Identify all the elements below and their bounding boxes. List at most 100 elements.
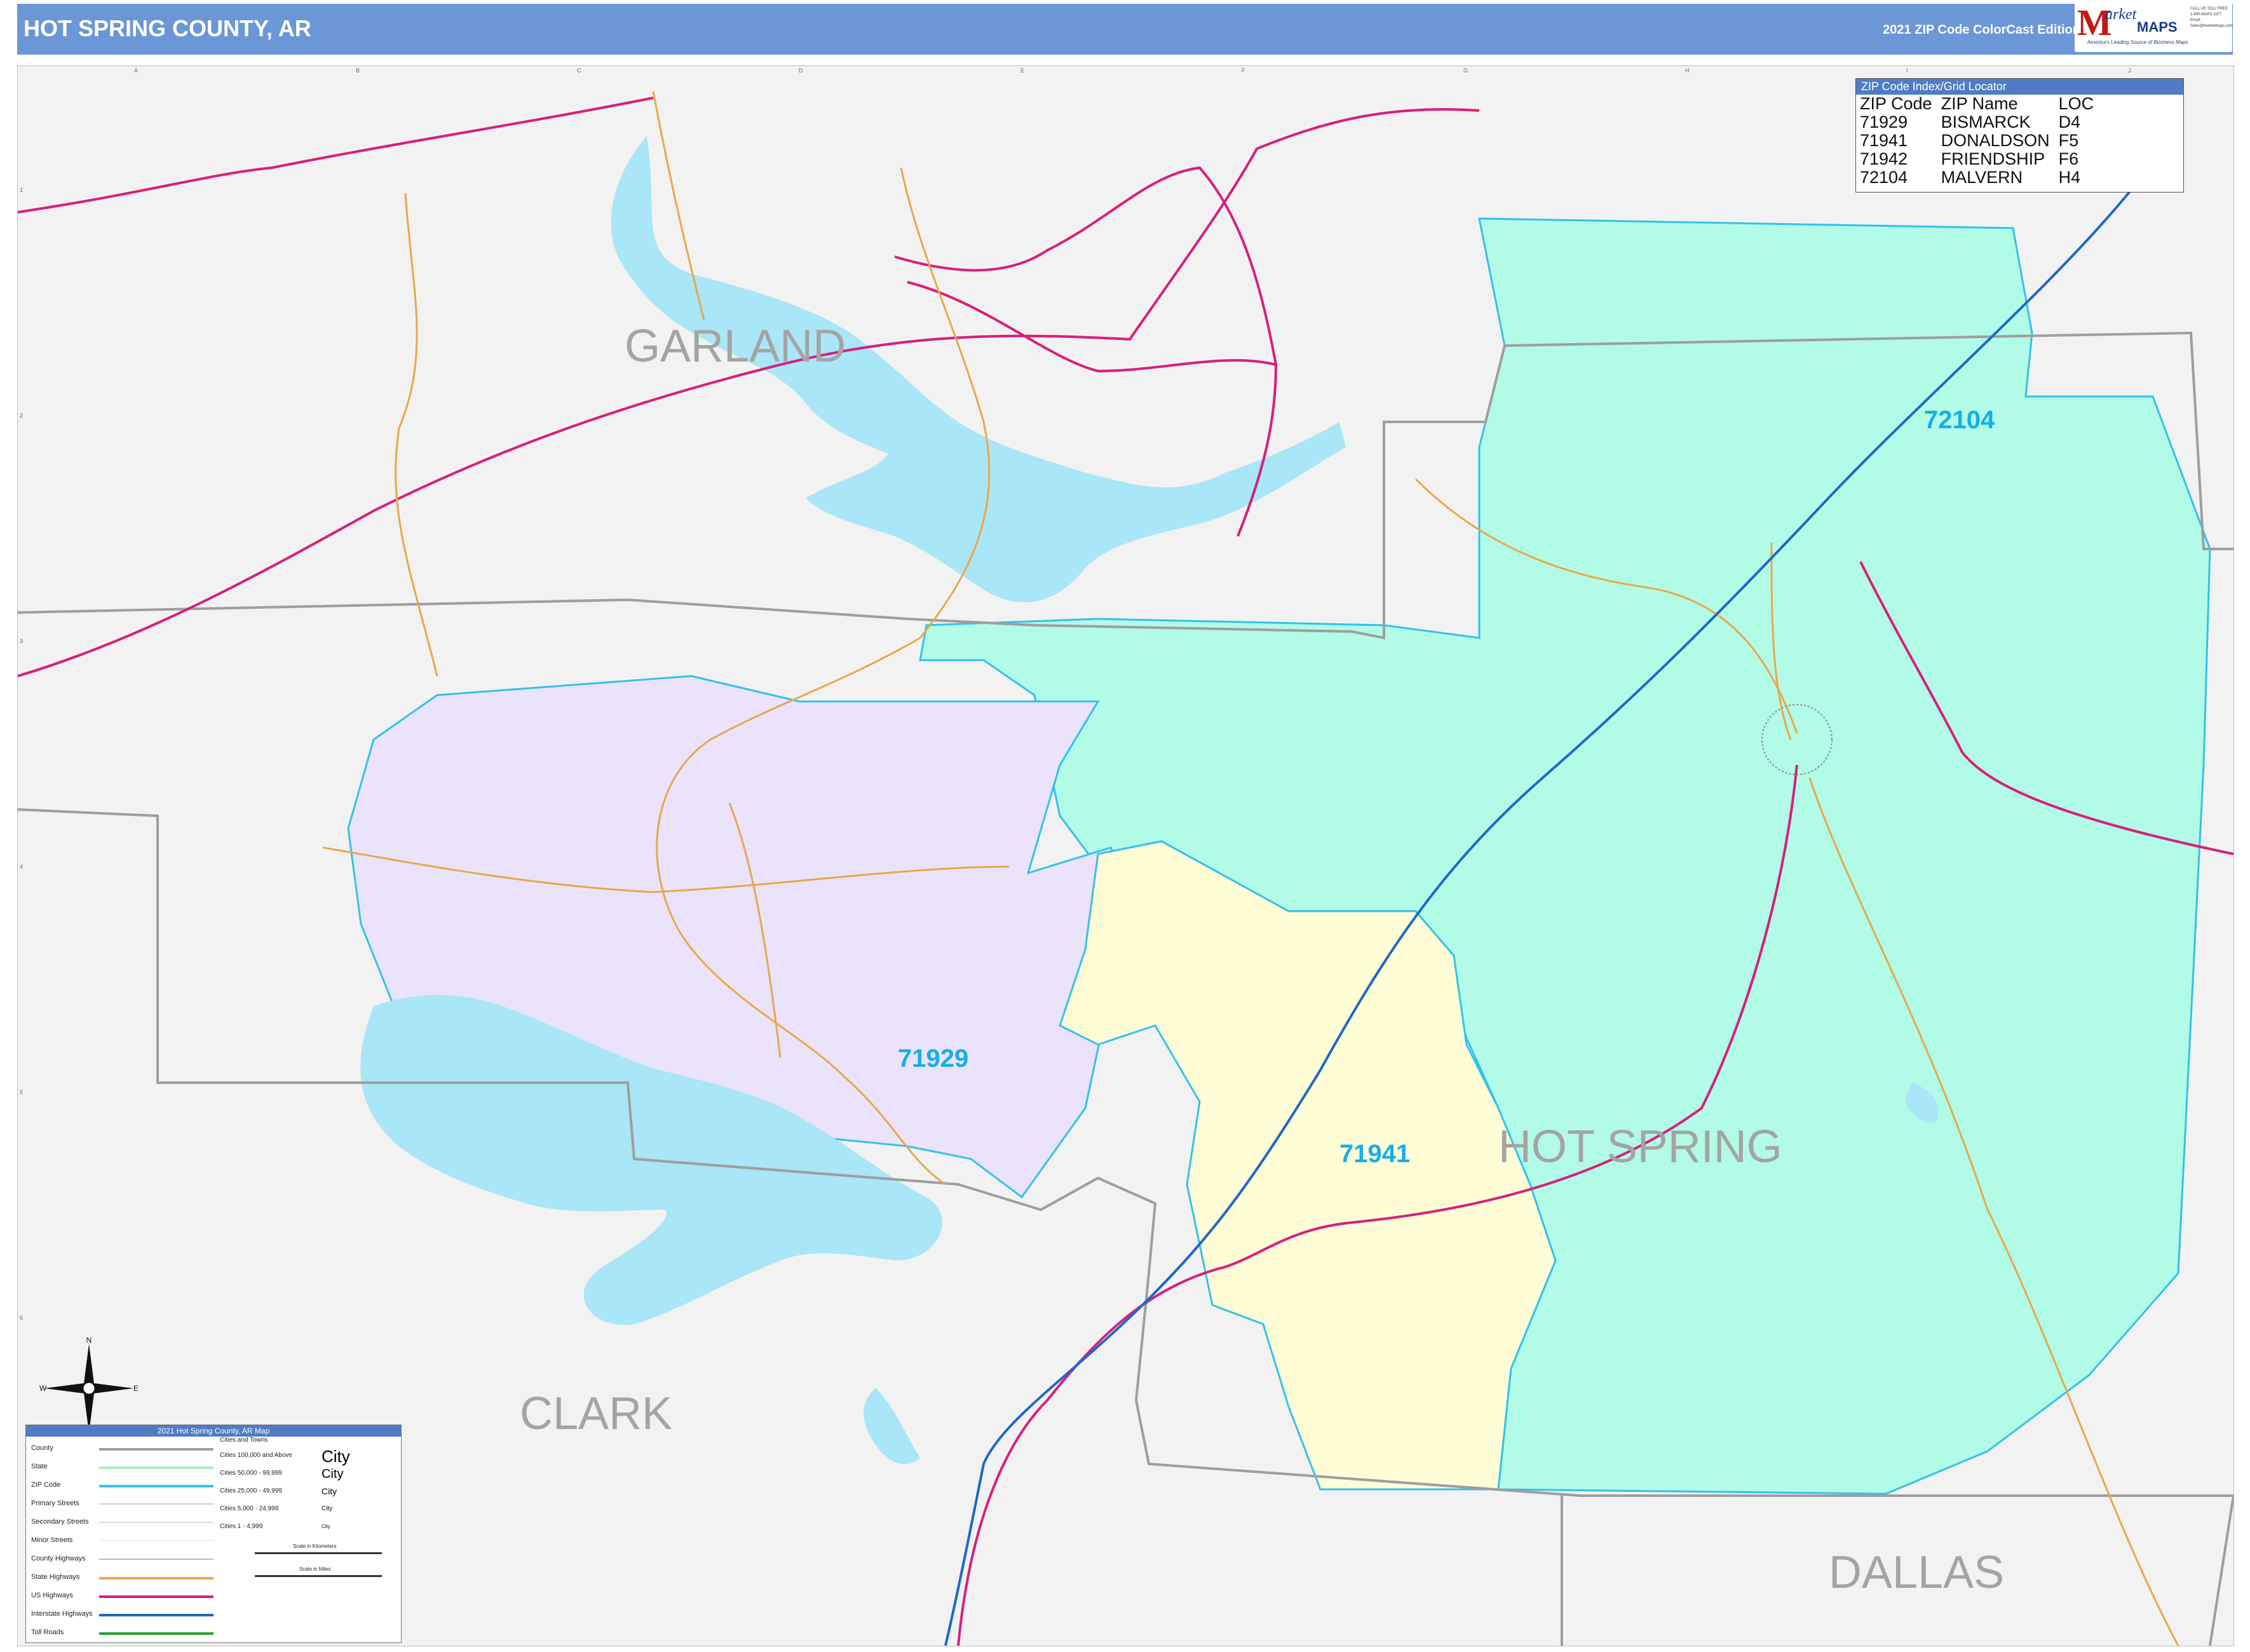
grid-col-b: B: [356, 67, 360, 74]
zip-loc-cell: H4: [2058, 168, 2081, 187]
zip-code-cell: 71941: [1860, 131, 1908, 150]
legend-title: 2021 Hot Spring County, AR Map: [26, 1425, 401, 1437]
legend-swatch-state-hwy: [99, 1577, 213, 1580]
compass-n: N: [86, 1337, 92, 1344]
legend-city-sample-3: City: [322, 1486, 337, 1496]
legend-swatch-us-hwy: [99, 1595, 213, 1598]
legend-swatch-minor: [99, 1540, 213, 1541]
legend-cities-title: Cities and Towns: [220, 1437, 268, 1444]
legend-swatch-county: [99, 1448, 213, 1451]
county-label-garland: GARLAND: [625, 321, 846, 372]
zip-index-title: ZIP Code Index/Grid Locator: [1856, 79, 2183, 95]
map-header: HOT SPRING COUNTY, AR 2021 ZIP Code Colo…: [17, 4, 2233, 55]
legend-city-sample-5: City: [322, 1524, 330, 1529]
logo-maps: MAPS: [2137, 19, 2178, 35]
zip-label-72104: 72104: [1924, 406, 1995, 434]
legend-swatch-toll: [99, 1632, 213, 1635]
legend-city-tier-4: Cities 5,000 - 24,999: [220, 1505, 279, 1512]
zip-name-cell: BISMARCK: [1941, 112, 2031, 132]
legend-city-tier-5: Cities 1 - 4,999: [220, 1523, 263, 1530]
legend-swatch-interstate: [99, 1614, 213, 1616]
legend-city-tier-3: Cities 25,000 - 49,999: [220, 1487, 282, 1494]
legend-item-minor: Minor Streets: [31, 1536, 73, 1544]
zip-name-cell: MALVERN: [1941, 168, 2023, 187]
legend-item-primary: Primary Streets: [31, 1500, 79, 1507]
grid-col-d: D: [799, 67, 803, 74]
compass-w: W: [39, 1384, 47, 1393]
zip-code-cell: 72104: [1860, 168, 1908, 187]
legend-item-secondary: Secondary Streets: [31, 1518, 89, 1526]
legend-item-zip: ZIP Code: [31, 1481, 61, 1489]
grid-col-j: J: [2128, 67, 2131, 74]
map-legend: 2021 Hot Spring County, AR Map County St…: [25, 1425, 402, 1643]
legend-city-sample-2: City: [322, 1467, 344, 1481]
legend-scale-miles: Scale in Miles: [299, 1566, 331, 1572]
grid-row-4: 4: [20, 863, 24, 870]
map-svg: [18, 91, 2233, 1646]
logo-tagline: America's Leading Source of Business Map…: [2087, 39, 2188, 45]
grid-row-6: 6: [20, 1315, 24, 1321]
zip-loc-cell: D4: [2058, 112, 2081, 132]
table-row[interactable]: 71941 DONALDSON F5: [1860, 132, 2103, 150]
edition-label: 2021 ZIP Code ColorCast Edition: [1883, 23, 2080, 37]
zip-label-71941: 71941: [1339, 1140, 1411, 1168]
logo-arket: arket: [2105, 6, 2137, 23]
zip-label-71929: 71929: [898, 1045, 969, 1073]
scale-bar-km: [255, 1552, 382, 1554]
legend-swatch-state: [99, 1466, 213, 1469]
scale-bar-miles: [255, 1575, 382, 1577]
table-row[interactable]: 71942 FRIENDSHIP F6: [1860, 150, 2103, 168]
county-label-dallas: DALLAS: [1829, 1547, 2005, 1598]
zip-name-cell: DONALDSON: [1941, 131, 2050, 150]
zip-index-col-loc: LOC: [2058, 94, 2094, 113]
legend-swatch-county-hwy: [99, 1559, 213, 1560]
table-row[interactable]: 72104 MALVERN H4: [1860, 168, 2103, 187]
zip-name-cell: FRIENDSHIP: [1941, 149, 2045, 168]
legend-item-county-hwy: County Highways: [31, 1555, 86, 1562]
zip-code-cell: 71942: [1860, 149, 1908, 168]
market-maps-logo[interactable]: M arket MAPS America's Leading Source of…: [2075, 2, 2233, 52]
grid-col-g: G: [1463, 67, 1468, 74]
legend-swatch-zip: [99, 1485, 213, 1487]
zip-index-col-name: ZIP Name: [1941, 94, 2018, 113]
legend-scale-km: Scale in Kilometers: [293, 1543, 337, 1549]
grid-row-2: 2: [20, 412, 24, 419]
county-label-clark: CLARK: [520, 1388, 673, 1439]
legend-city-tier-2: Cities 50,000 - 99,999: [220, 1470, 282, 1477]
legend-item-interstate: Interstate Highways: [31, 1610, 93, 1618]
table-row[interactable]: 71929 BISMARCK D4: [1860, 113, 2103, 132]
legend-item-county: County: [31, 1444, 53, 1452]
legend-swatch-primary: [99, 1503, 213, 1505]
map-title: HOT SPRING COUNTY, AR: [24, 15, 311, 41]
zip-index-header-row: ZIP Code ZIP Name LOC: [1860, 95, 2103, 113]
grid-col-a: A: [134, 67, 139, 74]
compass-rose-icon: N S E W: [39, 1337, 139, 1439]
zip-index-col-zip: ZIP Code: [1860, 94, 1932, 113]
zip-loc-cell: F6: [2058, 149, 2079, 168]
logo-contact: CALL US TOLL FREE 1-800-MAPS-2377 Email:…: [2190, 7, 2233, 28]
zip-index-table: ZIP Code ZIP Name LOC 71929 BISMARCK D4 …: [1860, 95, 2103, 187]
legend-city-sample-1: City: [322, 1447, 350, 1466]
zip-loc-cell: F5: [2058, 131, 2079, 150]
legend-item-state: State: [31, 1463, 48, 1470]
grid-row-5: 5: [20, 1089, 24, 1095]
grid-col-e: E: [1020, 67, 1025, 74]
legend-city-sample-4: City: [322, 1505, 333, 1512]
grid-col-f: F: [1242, 67, 1245, 74]
zip-index-panel: ZIP Code Index/Grid Locator ZIP Code ZIP…: [1855, 78, 2184, 193]
compass-e: E: [133, 1384, 139, 1393]
map-canvas[interactable]: A B C D E F G H I J 1 2 3 4 5 6 GARLAND …: [17, 65, 2234, 1646]
legend-swatch-secondary: [99, 1522, 213, 1523]
grid-col-i: I: [1906, 67, 1908, 74]
legend-item-us-hwy: US Highways: [31, 1592, 74, 1599]
lake-small-1: [864, 1388, 920, 1465]
legend-item-toll: Toll Roads: [31, 1628, 64, 1636]
grid-col-h: H: [1685, 67, 1690, 74]
county-label-hot-spring: HOT SPRING: [1498, 1121, 1782, 1172]
zip-code-cell: 71929: [1860, 112, 1908, 132]
grid-col-c: C: [577, 67, 581, 74]
legend-item-state-hwy: State Highways: [31, 1573, 80, 1581]
grid-row-1: 1: [20, 187, 24, 193]
grid-row-3: 3: [20, 638, 24, 644]
legend-city-tier-1: Cities 100,000 and Above: [220, 1452, 292, 1459]
